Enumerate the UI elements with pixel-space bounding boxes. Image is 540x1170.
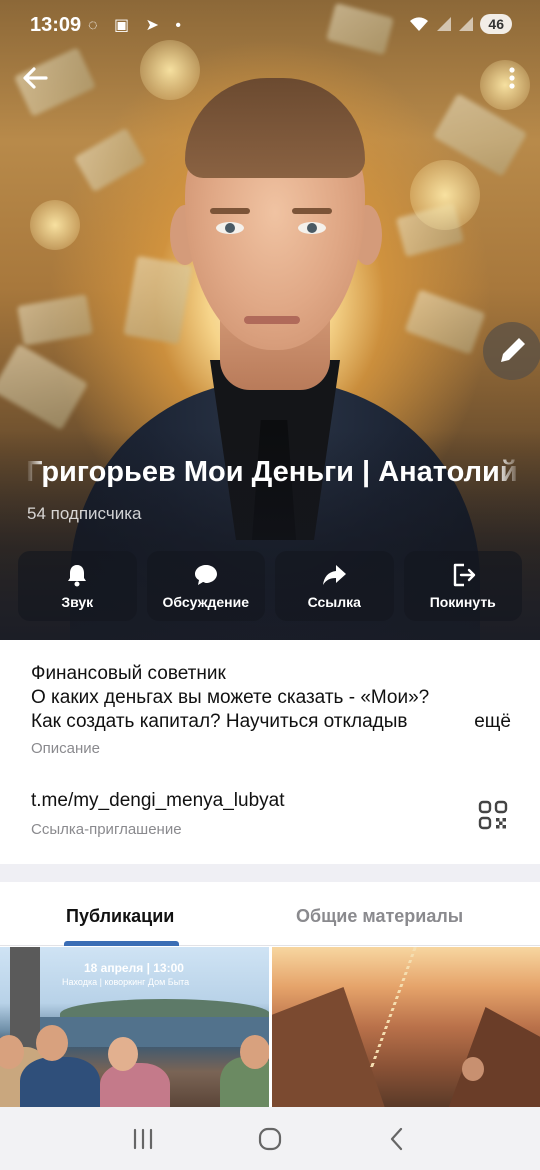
sound-button[interactable]: Звук: [18, 551, 137, 621]
channel-title: Григорьев Мои Деньги | Анатолий: [26, 456, 518, 488]
edit-button[interactable]: [483, 322, 540, 380]
discussion-button[interactable]: Обсуждение: [146, 551, 265, 621]
show-more-link[interactable]: ещё: [452, 710, 511, 734]
pencil-icon: [501, 338, 525, 362]
back-button[interactable]: [18, 60, 54, 96]
recent-apps-icon[interactable]: [129, 1125, 157, 1153]
status-time: 13:09: [30, 14, 82, 36]
thumbnail-place: Находка | коворкинг Дом Быта: [62, 977, 190, 987]
share-arrow-icon: [323, 565, 347, 585]
section-divider: [0, 864, 540, 882]
qr-code-button[interactable]: [478, 800, 508, 830]
discussion-button-label: Обсуждение: [162, 594, 250, 610]
description-line: О каких деньгах вы можете сказать - «Мои…: [31, 687, 430, 708]
channel-actions: Звук Обсуждение Ссылка Покинуть: [18, 551, 522, 621]
signal-icon: [437, 17, 452, 31]
home-icon[interactable]: [256, 1125, 284, 1153]
leave-button[interactable]: Покинуть: [403, 551, 522, 621]
description-label: Описание: [31, 740, 101, 757]
arrow-left-icon: [23, 67, 48, 89]
invite-link[interactable]: t.me/my_dengi_menya_lubyat: [31, 790, 284, 812]
active-tab-indicator: [64, 941, 179, 946]
back-nav-icon[interactable]: [383, 1125, 411, 1153]
media-grid: 18 апреля | 13:00 Находка | коворкинг До…: [0, 947, 540, 1107]
exit-icon: [453, 563, 475, 587]
battery-indicator: 46: [480, 14, 512, 34]
notification-icons: ◌ ▣ ➤ •: [88, 17, 187, 34]
invite-link-label: Ссылка-приглашение: [31, 821, 182, 838]
channel-header-photo: [0, 0, 540, 640]
signal-icon: [459, 17, 474, 31]
thumbnail-date: 18 апреля | 13:00: [84, 961, 184, 975]
system-navigation-bar: [0, 1107, 540, 1170]
more-options-button[interactable]: [502, 60, 522, 96]
description-line: Финансовый советник: [31, 663, 226, 684]
channel-description[interactable]: Финансовый советник О каких деньгах вы м…: [31, 662, 511, 734]
sound-button-label: Звук: [61, 594, 94, 610]
tab-publications[interactable]: Публикации: [66, 906, 174, 927]
subscriber-count: 54 подписчика: [27, 504, 142, 523]
description-line: Как создать капитал? Научиться откладыв: [31, 711, 408, 732]
chat-bubble-icon: [194, 565, 217, 585]
qr-code-icon: [478, 800, 508, 830]
link-button[interactable]: Ссылка: [275, 551, 394, 621]
media-thumbnail[interactable]: 18 апреля | 13:00 Находка | коворкинг До…: [0, 947, 269, 1107]
channel-info: Финансовый советник О каких деньгах вы м…: [0, 640, 540, 864]
link-button-label: Ссылка: [307, 594, 361, 610]
status-bar: 13:09 ◌ ▣ ➤ • 46: [0, 0, 540, 50]
content-tabs: Публикации Общие материалы: [0, 882, 540, 946]
dots-vertical-icon: [509, 67, 515, 89]
wifi-icon: [410, 17, 429, 31]
leave-button-label: Покинуть: [429, 594, 496, 610]
media-thumbnail[interactable]: [271, 947, 540, 1107]
tab-shared-materials[interactable]: Общие материалы: [296, 906, 463, 927]
bell-icon: [68, 565, 87, 587]
